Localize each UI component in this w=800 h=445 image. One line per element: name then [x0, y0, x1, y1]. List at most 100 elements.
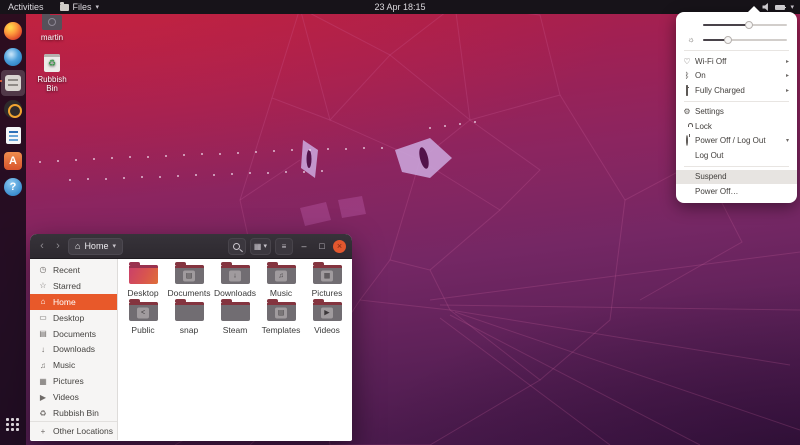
sidebar-item-pictures[interactable]: ▦ Pictures [30, 373, 117, 389]
dock-item-files[interactable] [0, 70, 25, 96]
power-icon [686, 135, 688, 147]
close-button[interactable]: × [333, 239, 346, 253]
current-location: Home [84, 241, 109, 251]
activities-button[interactable]: Activities [8, 2, 44, 12]
music-note-icon: ♫ [40, 360, 46, 370]
folder-item-steam[interactable]: Steam [212, 299, 258, 337]
header-bar[interactable]: ‹ › ⌂ Home ▾ ▦ ▾ ≡ – □ × [30, 234, 352, 259]
sidebar-item-videos[interactable]: ▶ Videos [30, 389, 117, 405]
menu-item-suspend[interactable]: Suspend [676, 169, 797, 184]
menu-item-wifi[interactable]: ♡ Wi-Fi Off ▸ [676, 54, 797, 69]
folder-emblem: ▤ [183, 270, 195, 282]
chevron-right-icon: ▸ [785, 73, 789, 80]
rhythmbox-icon [4, 100, 22, 118]
desktop-icon-label: Rubbish Bin [37, 75, 67, 93]
hamburger-icon: ≡ [281, 241, 287, 251]
dock-item-firefox[interactable] [1, 18, 25, 44]
folder-icon [59, 1, 69, 11]
view-options-button[interactable]: ▦ ▾ [249, 237, 271, 255]
sidebar-item-other-locations[interactable]: + Other Locations [30, 422, 117, 440]
chevron-down-icon: ▾ [95, 4, 100, 11]
maximize-button[interactable]: □ [315, 241, 329, 251]
trash-icon: ♻ [39, 408, 47, 418]
sidebar-label: Other Locations [53, 426, 114, 437]
folder-item-music[interactable]: ♫ Music [258, 262, 304, 300]
dock-item-libreoffice-writer[interactable] [1, 122, 25, 148]
folder-emblem: ▦ [321, 270, 333, 282]
menu-button[interactable]: ≡ [275, 237, 293, 255]
menu-item-label: On [695, 71, 706, 81]
menu-separator [684, 165, 789, 167]
sidebar-label: Recent [53, 264, 80, 275]
volume-slider-handle[interactable] [745, 20, 754, 29]
folder-item-documents[interactable]: ▤ Documents [166, 262, 212, 300]
folder-label: Documents [167, 288, 211, 298]
folder-label: Downloads [213, 288, 257, 298]
menu-separator [684, 50, 789, 51]
image-icon: ▦ [39, 376, 47, 386]
folder-label: Public [131, 325, 155, 335]
back-button[interactable]: ‹ [36, 238, 48, 254]
sidebar-item-recent[interactable]: ◷ Recent [30, 262, 117, 278]
sidebar-label: Desktop [53, 312, 85, 323]
desktop-icon-rubbish-bin[interactable]: ♻ Rubbish Bin [32, 54, 72, 93]
folder-item-pictures[interactable]: ▦ Pictures [304, 262, 350, 300]
menu-item-settings[interactable]: ⚙ Settings [676, 105, 797, 120]
sidebar-item-documents[interactable]: ▤ Documents [30, 326, 117, 342]
folder-icon: < [128, 299, 158, 321]
sidebar-item-downloads[interactable]: ↓ Downloads [30, 342, 117, 358]
volume-slider[interactable] [676, 17, 797, 32]
app-menu-label: Files [72, 2, 92, 12]
folder-icon: ▤ [266, 299, 296, 321]
path-button[interactable]: ⌂ Home ▾ [68, 237, 123, 255]
menu-item-power-off[interactable]: Power Off… [676, 184, 797, 199]
forward-button[interactable]: › [52, 238, 64, 254]
folder-emblem: ↓ [229, 270, 241, 282]
clock-icon: ◷ [39, 265, 47, 275]
folder-item-templates[interactable]: ▤ Templates [258, 299, 304, 337]
folder-item-videos[interactable]: ▶ Videos [304, 299, 350, 337]
menu-item-bluetooth[interactable]: ᛒ On ▸ [676, 69, 797, 84]
folder-icon: ▦ [312, 262, 342, 284]
folder-icon [220, 299, 250, 321]
folder-item-desktop[interactable]: Desktop [120, 262, 166, 300]
folder-item-public[interactable]: < Public [120, 299, 166, 337]
sidebar-item-desktop[interactable]: ▭ Desktop [30, 310, 117, 326]
search-button[interactable] [227, 237, 246, 255]
wifi-icon: ♡ [683, 56, 691, 66]
desktop-icon-home-folder[interactable]: martin [32, 13, 72, 42]
menu-item-log-out[interactable]: Log Out [676, 148, 797, 163]
menu-separator [684, 100, 789, 102]
sidebar-item-rubbish-bin[interactable]: ♻ Rubbish Bin [30, 405, 117, 421]
sidebar-item-starred[interactable]: ☆ Starred [30, 278, 117, 294]
home-folder-icon [42, 13, 62, 30]
sidebar-item-home[interactable]: ⌂ Home [30, 293, 117, 310]
dock-item-help[interactable]: ? [1, 174, 25, 200]
dock-item-ubuntu-software[interactable]: A [1, 148, 25, 174]
folder-label: Videos [314, 325, 340, 335]
folder-icon: ♫ [266, 262, 296, 284]
show-applications-button[interactable] [1, 417, 25, 439]
app-menu-button[interactable]: Files ▾ [59, 1, 100, 12]
menu-item-lock[interactable]: Lock [676, 119, 797, 134]
dock-item-rhythmbox[interactable] [1, 96, 25, 122]
battery-icon [686, 84, 688, 96]
clock[interactable]: 23 Apr 18:15 [374, 2, 425, 12]
grid-view-icon: ▦ [253, 241, 262, 251]
dock-item-thunderbird[interactable] [1, 44, 25, 70]
minimize-button[interactable]: – [297, 241, 311, 251]
search-icon [233, 242, 241, 250]
brightness-slider[interactable]: ☼ [676, 32, 797, 47]
folder-icon: ▤ [174, 262, 204, 284]
sidebar: ◷ Recent ☆ Starred ⌂ Home ▭ Desktop ▤ Documen… [30, 259, 118, 440]
download-icon: ↓ [41, 344, 45, 354]
chevron-right-icon: ▸ [785, 58, 789, 65]
folder-item-downloads[interactable]: ↓ Downloads [212, 262, 258, 300]
folder-item-snap[interactable]: snap [166, 299, 212, 337]
menu-item-battery[interactable]: Fully Charged ▸ [676, 83, 797, 98]
sidebar-item-music[interactable]: ♫ Music [30, 357, 117, 373]
sidebar-label: Music [53, 360, 76, 371]
brightness-slider-handle[interactable] [724, 35, 733, 44]
menu-item-power-off-log-out[interactable]: Power Off / Log Out ▾ [676, 134, 797, 149]
chevron-down-icon: ▾ [263, 243, 267, 250]
